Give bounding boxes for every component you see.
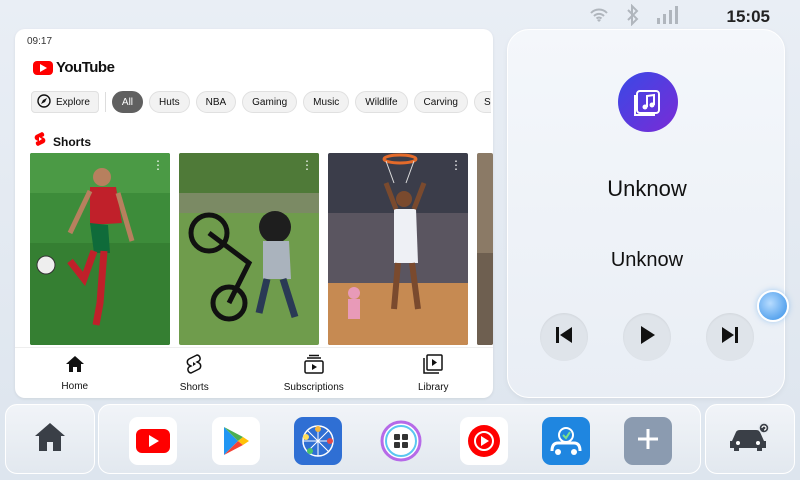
- nav-subscriptions[interactable]: Subscriptions: [254, 348, 374, 398]
- chip-music[interactable]: Music: [303, 91, 350, 113]
- nav-home-label: Home: [61, 380, 89, 392]
- youtube-logo-icon: [33, 60, 53, 75]
- library-icon: [422, 353, 444, 379]
- category-chips: Explore All Huts NBA Gaming Music Wildli…: [31, 91, 491, 113]
- status-icons: [588, 4, 680, 26]
- dock-apps: [98, 404, 701, 474]
- compass-icon: [37, 93, 51, 111]
- music-note-icon: [618, 72, 678, 132]
- bluetooth-icon: [626, 4, 640, 26]
- previous-button[interactable]: [540, 313, 588, 361]
- status-clock: 15:05: [726, 7, 770, 26]
- skip-previous-icon: [554, 325, 574, 350]
- nav-library-label: Library: [417, 381, 449, 393]
- home-icon: [65, 355, 85, 378]
- status-bar: 15:05: [0, 0, 800, 30]
- nav-library[interactable]: Library: [374, 348, 494, 398]
- youtube-card[interactable]: 09:17 YouTube Explore All Huts NBA Gamin…: [15, 29, 493, 398]
- network-app[interactable]: [294, 417, 342, 465]
- chip-carving[interactable]: Carving: [413, 91, 468, 113]
- bike-short[interactable]: ⋮: [179, 153, 319, 345]
- google-play-app[interactable]: [212, 417, 260, 465]
- plus-icon: [635, 426, 661, 457]
- chip-sci[interactable]: Sci-: [474, 91, 491, 113]
- nav-subscriptions-label: Subscriptions: [283, 381, 344, 393]
- more-icon[interactable]: ⋮: [301, 159, 313, 171]
- basketball-short[interactable]: ⋮: [328, 153, 468, 345]
- chip-wildlife[interactable]: Wildlife: [355, 91, 408, 113]
- explore-chip[interactable]: Explore: [31, 91, 99, 113]
- skip-next-icon: [720, 325, 740, 350]
- nav-home[interactable]: Home: [15, 348, 135, 398]
- next-button[interactable]: [706, 313, 754, 361]
- assistant-floating-button[interactable]: [757, 290, 789, 322]
- chip-all[interactable]: All: [111, 91, 144, 113]
- youtube-music-app[interactable]: [460, 417, 508, 465]
- partial-short[interactable]: [477, 153, 493, 345]
- shorts-header: Shorts: [33, 131, 91, 152]
- home-icon: [33, 421, 67, 458]
- car-icon: [728, 421, 772, 458]
- wifi-icon: [588, 5, 610, 25]
- car-connect-app[interactable]: [542, 417, 590, 465]
- playback-controls: [540, 313, 754, 361]
- chip-huts[interactable]: Huts: [149, 91, 190, 113]
- more-icon[interactable]: ⋮: [152, 159, 164, 171]
- chip-gaming[interactable]: Gaming: [242, 91, 298, 113]
- nav-shorts-label: Shorts: [179, 381, 209, 393]
- youtube-bottom-nav: Home Shorts Subscriptions Library: [15, 347, 493, 398]
- youtube-time: 09:17: [27, 36, 53, 47]
- youtube-logo[interactable]: YouTube: [33, 59, 115, 76]
- play-icon: [637, 325, 657, 350]
- explore-label: Explore: [56, 96, 90, 108]
- launcher-app[interactable]: [377, 417, 425, 465]
- shorts-row: ⋮ ⋮ ⋮: [30, 153, 493, 345]
- play-button[interactable]: [623, 313, 671, 361]
- shorts-nav-icon: [185, 353, 203, 379]
- soccer-short[interactable]: ⋮: [30, 153, 170, 345]
- subscriptions-icon: [303, 354, 325, 379]
- more-icon[interactable]: ⋮: [450, 159, 462, 171]
- chip-divider: [104, 92, 106, 112]
- dock-home-button[interactable]: [5, 404, 95, 474]
- nav-shorts[interactable]: Shorts: [135, 348, 255, 398]
- youtube-app[interactable]: [129, 417, 177, 465]
- add-app[interactable]: [624, 417, 672, 465]
- track-artist: Unknow: [610, 249, 684, 271]
- track-title: Unknow: [607, 176, 687, 201]
- music-player-card[interactable]: Unknow Unknow: [507, 29, 785, 398]
- shorts-label: Shorts: [53, 134, 92, 149]
- youtube-logo-text: YouTube: [56, 59, 115, 76]
- shorts-icon: [33, 131, 47, 152]
- signal-icon: [656, 5, 680, 25]
- chip-nba[interactable]: NBA: [195, 91, 237, 113]
- dock-car-button[interactable]: [705, 404, 795, 474]
